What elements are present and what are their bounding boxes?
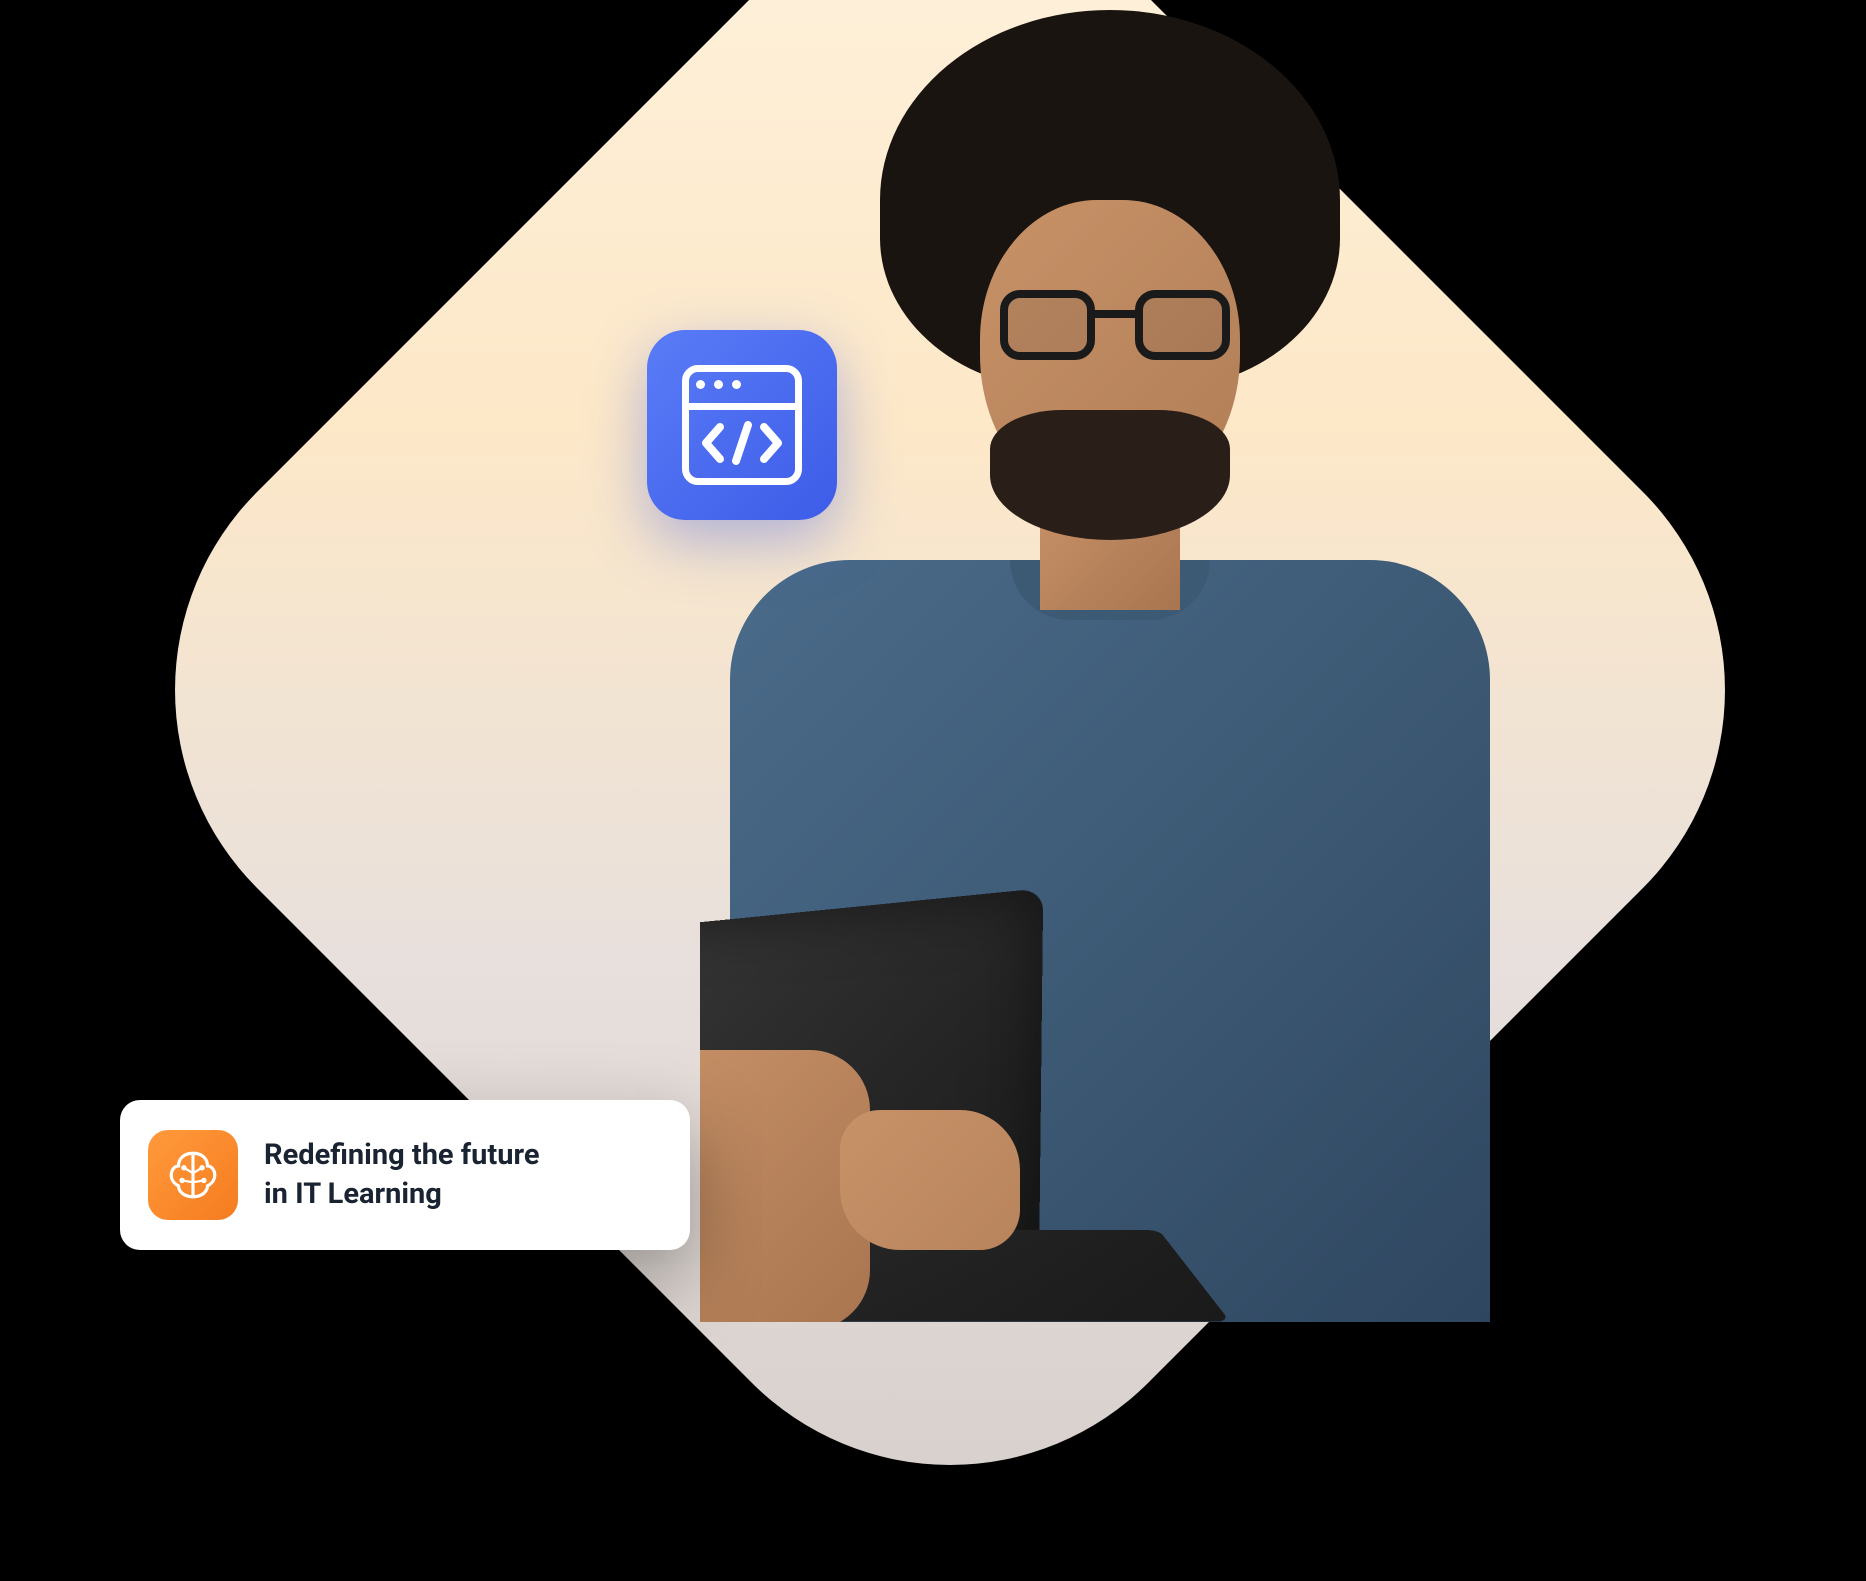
code-badge — [647, 330, 837, 520]
tagline-line-1: Redefining the future — [264, 1136, 540, 1175]
tagline-card: Redefining the future in IT Learning — [120, 1100, 690, 1250]
person-illustration — [700, 10, 1600, 1322]
brain-ai-icon — [164, 1146, 222, 1204]
code-browser-icon — [682, 365, 802, 485]
brain-badge — [148, 1130, 238, 1220]
tagline-text: Redefining the future in IT Learning — [264, 1136, 540, 1214]
tagline-line-2: in IT Learning — [264, 1175, 540, 1214]
